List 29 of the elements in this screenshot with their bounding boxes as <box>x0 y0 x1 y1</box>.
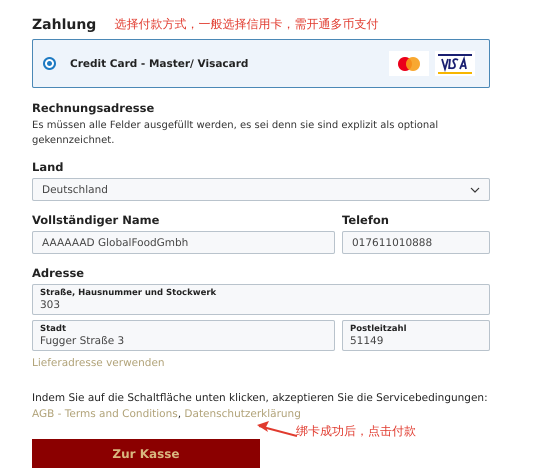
mastercard-logo-icon <box>389 51 429 76</box>
field-label: Land <box>32 160 65 174</box>
visa-logo-icon <box>435 51 475 76</box>
field-label: Vollständiger Name <box>32 213 160 227</box>
chevron-down-icon <box>470 186 480 192</box>
annotation-text: 绑卡成功后，点击付款 <box>296 423 416 440</box>
arrow-icon <box>257 421 297 437</box>
input-field[interactable]: Straße, Hausnummer und Stockwerk 303 <box>32 284 490 315</box>
field-label: Stadt <box>40 324 68 334</box>
help-text: Es müssen alle Felder ausgefüllt werden, es sei denn sie sind explizit als optional gekennzeichnet. <box>32 119 440 148</box>
input-field[interactable]: Postleitzahl 51149 <box>342 320 490 351</box>
radio-button[interactable] <box>43 57 56 70</box>
field-label: Telefon <box>342 213 390 227</box>
annotation-text: 选择付款方式，一般选择信用卡，需开通多币支付 <box>114 16 378 33</box>
field-label: Adresse <box>32 266 86 280</box>
field-value: 51149 <box>350 334 384 348</box>
field-label: Straße, Hausnummer und Stockwerk <box>40 288 218 298</box>
terms-text: Indem Sie auf die Schaltfläche unten klicken, akzeptieren Sie die Servicebedingungen: AGB - Terms and Conditions, Datenschutzerklärung <box>32 391 489 422</box>
section-heading: Rechnungsadresse <box>32 101 156 115</box>
country-dropdown[interactable]: Deutschland <box>32 178 490 201</box>
field-value: Fugger Straße 3 <box>40 334 126 348</box>
field-label: Postleitzahl <box>350 324 408 334</box>
input-field[interactable]: AAAAAAD GlobalFoodGmbh <box>32 231 335 254</box>
field-value: 303 <box>40 298 62 312</box>
checkout-button[interactable]: Zur Kasse <box>32 439 260 468</box>
input-field[interactable]: 017611010888 <box>342 231 490 254</box>
payment-option[interactable]: Credit Card - Master/ Visacard <box>32 39 490 88</box>
input-field[interactable]: Stadt Fugger Straße 3 <box>32 320 335 351</box>
section-heading: Zahlung <box>32 17 96 33</box>
